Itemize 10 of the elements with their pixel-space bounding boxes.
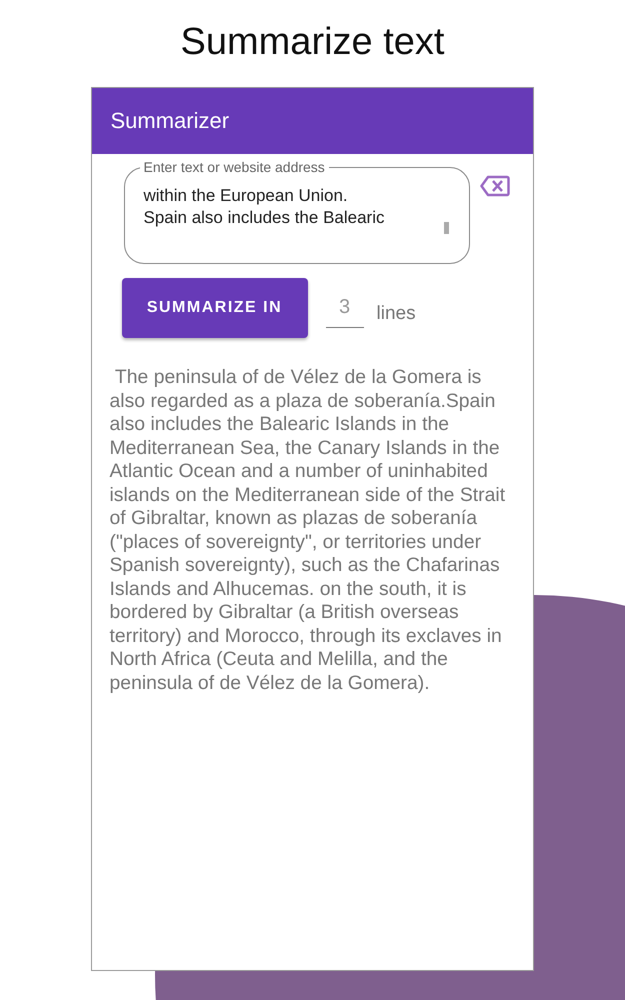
page-title: Summarize text bbox=[180, 20, 444, 64]
lines-label: lines bbox=[376, 303, 416, 325]
text-input-field[interactable]: Enter text or website address within the European Union. Spain also includes the Balearic bbox=[124, 159, 470, 264]
clear-icon[interactable] bbox=[480, 175, 510, 197]
field-label: Enter text or website address bbox=[142, 159, 326, 175]
field-text: within the European Union. Spain also includes the Balearic bbox=[144, 185, 386, 229]
scrollbar[interactable] bbox=[444, 222, 448, 234]
summarize-button[interactable]: SUMMARIZE IN bbox=[122, 278, 308, 338]
app-title: Summarizer bbox=[110, 108, 230, 134]
summary-text: The peninsula of de Vélez de la Gomera is also regarded as a plaza de soberanía.Spain also includes the Balearic Islands in the Mediterranean Sea, the Canary Islands in the Atlantic Ocean and a number of uninhabited islands on the Mediterranean side of the Strait of Gibraltar, known as plazas de soberanía ("places of sovereignty", or territories under Spanish sovereignty), such as the Chafarinas Islands and Alhucemas. on the south, it is bordered by Gibraltar (a British overseas territory) and Morocco, through its exclaves in North Africa (Ceuta and Melilla, and the peninsula of de Vélez de la Gomera). bbox=[110, 366, 506, 695]
